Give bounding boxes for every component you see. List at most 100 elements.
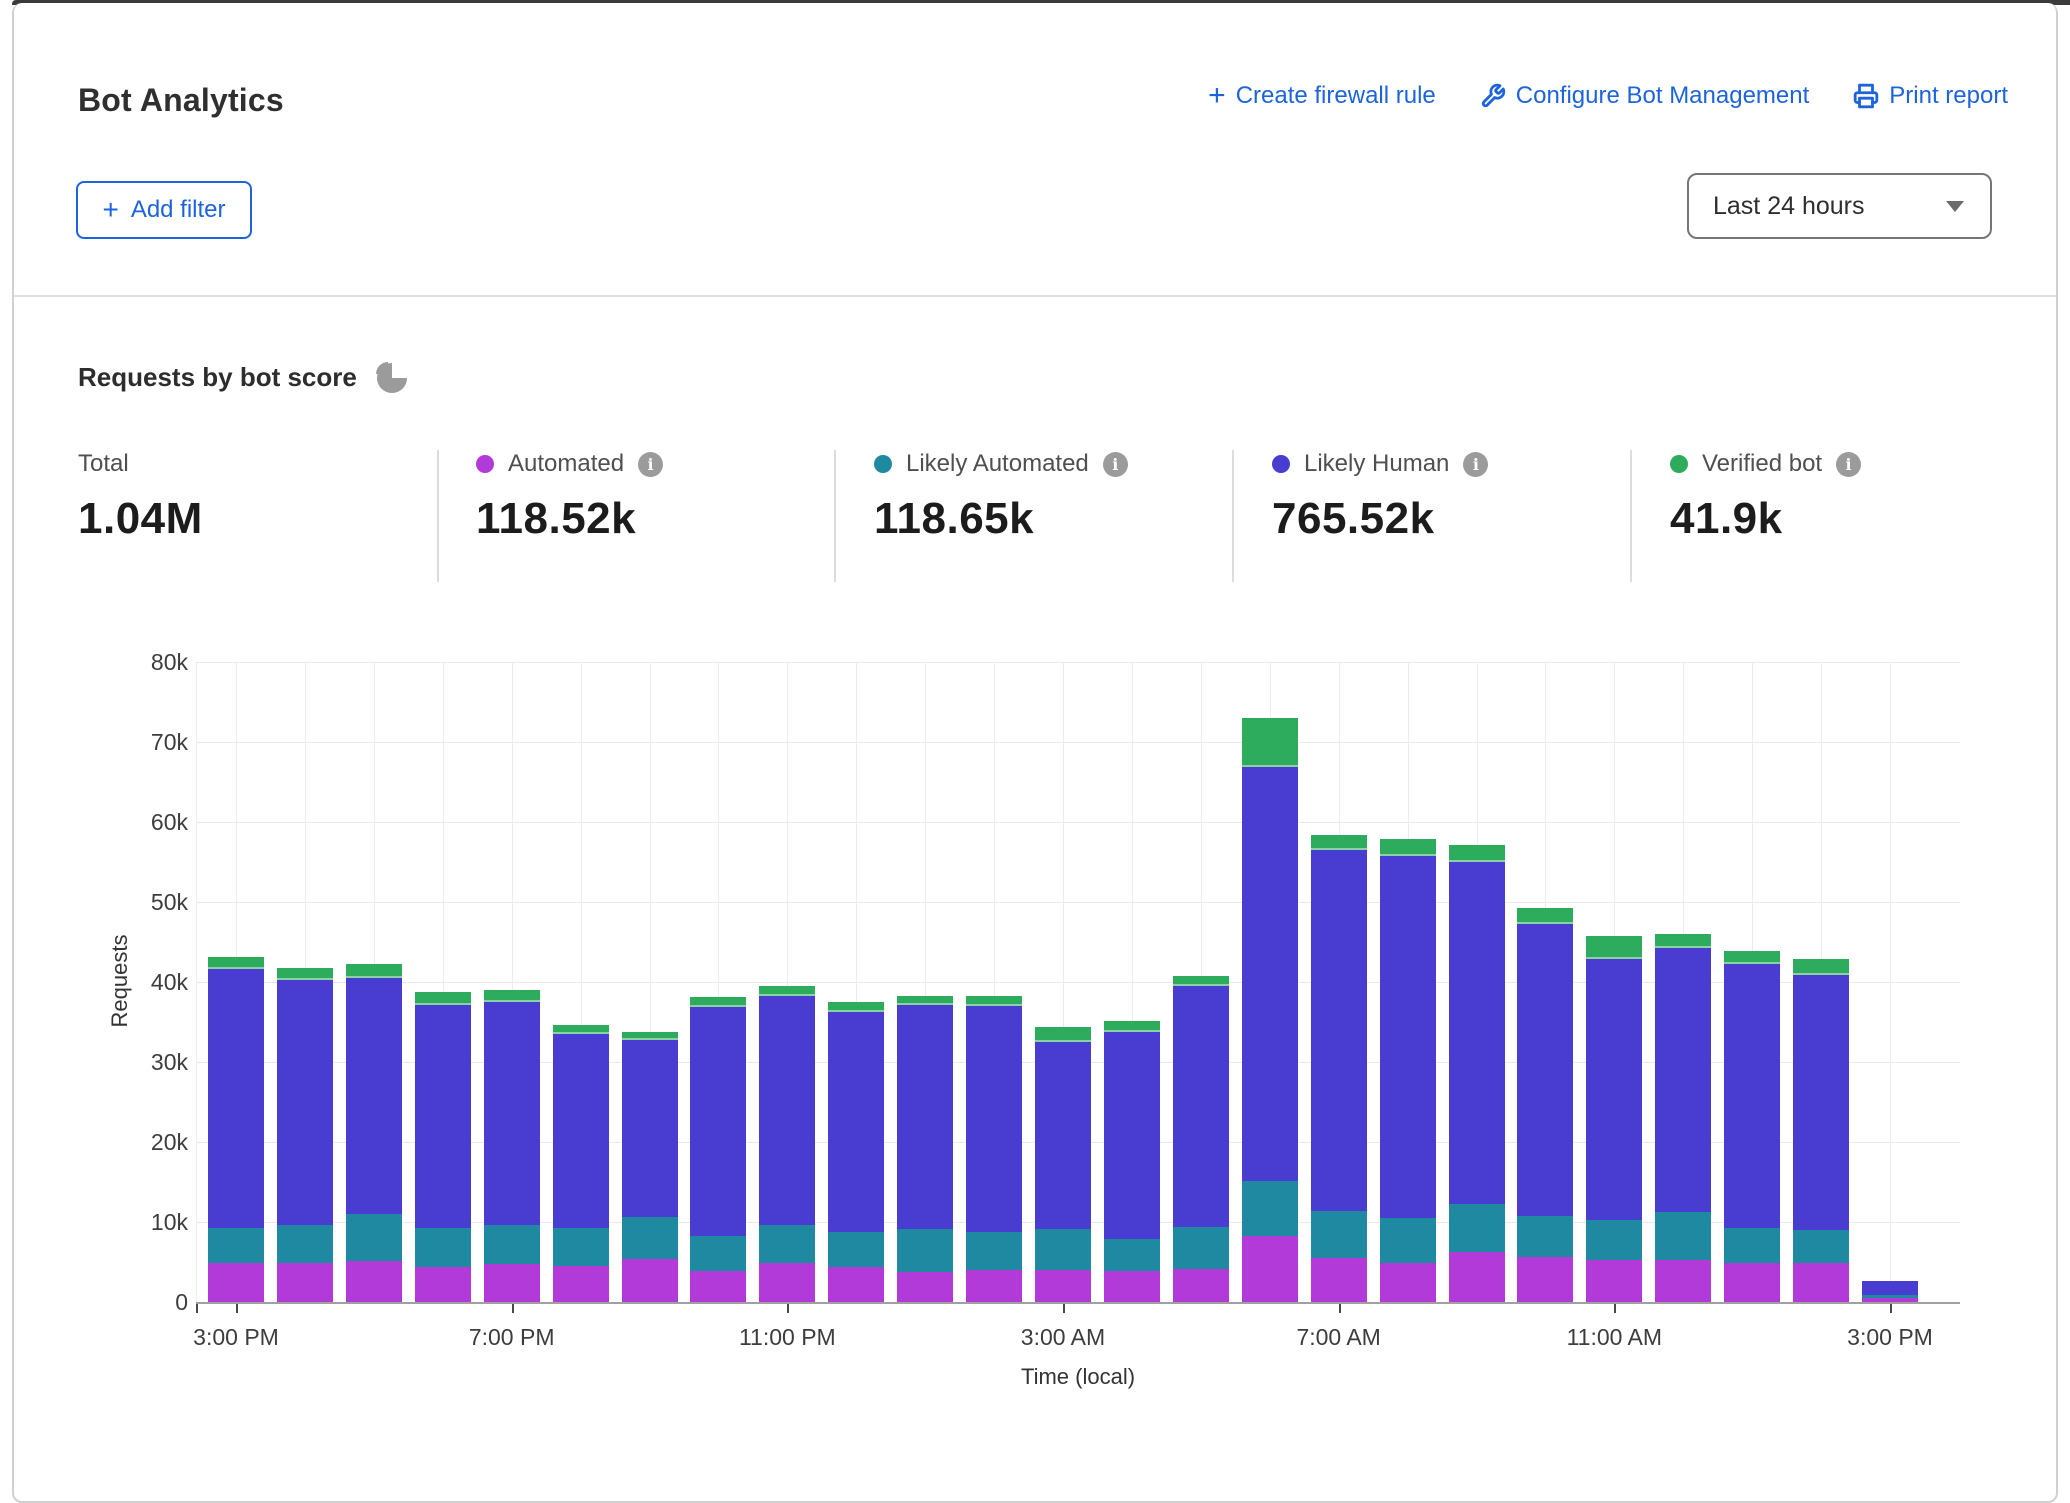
bar-segment-verified-bot[interactable] [553,1025,609,1034]
bar-segment-verified-bot[interactable] [1793,959,1849,975]
stacked-bar[interactable] [1242,718,1298,1302]
bar-segment-automated[interactable] [690,1271,746,1302]
bar-segment-verified-bot[interactable] [1035,1027,1091,1042]
stacked-bar[interactable] [553,1025,609,1302]
bar-segment-automated[interactable] [208,1263,264,1302]
stacked-bar[interactable] [1793,959,1849,1302]
bar-segment-likely-automated[interactable] [484,1225,540,1264]
bar-segment-likely-human[interactable] [1449,862,1505,1204]
bar-segment-likely-human[interactable] [1311,850,1367,1211]
stacked-bar[interactable] [1311,835,1367,1302]
bar-segment-likely-automated[interactable] [277,1225,333,1263]
bar-segment-likely-automated[interactable] [1586,1220,1642,1259]
bar-segment-verified-bot[interactable] [1242,718,1298,767]
bar-segment-likely-automated[interactable] [1104,1239,1160,1271]
bar-segment-automated[interactable] [622,1259,678,1302]
configure-bot-management-link[interactable]: Configure Bot Management [1480,82,1810,110]
bar-segment-automated[interactable] [1724,1263,1780,1302]
bar-segment-likely-automated[interactable] [759,1225,815,1263]
bar-segment-automated[interactable] [1517,1257,1573,1302]
bar-segment-verified-bot[interactable] [622,1032,678,1041]
bar-segment-likely-automated[interactable] [828,1232,884,1267]
bar-segment-verified-bot[interactable] [1449,845,1505,862]
info-icon[interactable]: i [1103,452,1128,477]
bar-segment-likely-automated[interactable] [1517,1216,1573,1257]
bar-segment-automated[interactable] [1242,1236,1298,1302]
bar-segment-likely-automated[interactable] [1242,1181,1298,1235]
bar-segment-likely-automated[interactable] [1724,1228,1780,1262]
bar-segment-likely-human[interactable] [897,1005,953,1229]
bar-segment-likely-human[interactable] [553,1034,609,1228]
stacked-bar[interactable] [1655,934,1711,1302]
bar-segment-likely-automated[interactable] [1035,1229,1091,1270]
bar-segment-likely-automated[interactable] [897,1229,953,1271]
bar-segment-automated[interactable] [1655,1260,1711,1302]
stacked-bar[interactable] [897,996,953,1302]
bar-segment-automated[interactable] [1793,1263,1849,1302]
stacked-bar[interactable] [1449,845,1505,1302]
bar-segment-verified-bot[interactable] [690,997,746,1007]
bar-segment-likely-automated[interactable] [1380,1218,1436,1263]
info-icon[interactable]: i [1836,452,1861,477]
add-filter-button[interactable]: + Add filter [76,181,252,239]
bar-segment-likely-human[interactable] [1793,975,1849,1230]
bar-segment-likely-human[interactable] [828,1012,884,1231]
stacked-bar[interactable] [1517,908,1573,1302]
bar-segment-likely-human[interactable] [690,1007,746,1237]
bar-segment-verified-bot[interactable] [1724,951,1780,964]
bar-segment-likely-human[interactable] [484,1002,540,1225]
bar-segment-verified-bot[interactable] [208,957,264,969]
bar-segment-likely-human[interactable] [1862,1281,1918,1295]
bar-segment-likely-human[interactable] [966,1006,1022,1232]
bar-segment-verified-bot[interactable] [1311,835,1367,850]
bar-segment-likely-automated[interactable] [622,1217,678,1259]
bar-segment-likely-automated[interactable] [1449,1204,1505,1252]
bar-segment-verified-bot[interactable] [415,992,471,1005]
bar-segment-automated[interactable] [1380,1263,1436,1302]
bar-segment-automated[interactable] [1311,1258,1367,1302]
bar-segment-verified-bot[interactable] [897,996,953,1006]
bar-segment-likely-automated[interactable] [553,1228,609,1266]
bar-segment-likely-human[interactable] [1035,1042,1091,1229]
stacked-bar[interactable] [1862,1281,1918,1302]
bar-segment-verified-bot[interactable] [759,986,815,996]
bar-segment-likely-human[interactable] [1655,948,1711,1213]
bar-segment-automated[interactable] [828,1267,884,1302]
bar-segment-verified-bot[interactable] [1517,908,1573,924]
bar-segment-likely-human[interactable] [346,978,402,1214]
bar-segment-automated[interactable] [1449,1252,1505,1302]
bar-segment-verified-bot[interactable] [346,964,402,978]
bar-segment-likely-human[interactable] [1380,856,1436,1218]
bar-segment-automated[interactable] [1173,1269,1229,1302]
bar-segment-likely-human[interactable] [415,1005,471,1227]
bar-segment-likely-automated[interactable] [690,1236,746,1270]
stacked-bar[interactable] [966,996,1022,1302]
bar-segment-verified-bot[interactable] [1586,936,1642,959]
time-range-dropdown[interactable]: Last 24 hours [1687,173,1992,239]
bar-segment-automated[interactable] [759,1263,815,1302]
bar-segment-verified-bot[interactable] [277,968,333,979]
bar-segment-automated[interactable] [1586,1260,1642,1302]
bar-segment-likely-automated[interactable] [346,1214,402,1261]
bar-segment-automated[interactable] [1035,1270,1091,1302]
bar-segment-verified-bot[interactable] [484,990,540,1002]
bar-segment-verified-bot[interactable] [828,1002,884,1012]
bar-segment-automated[interactable] [553,1266,609,1302]
create-firewall-rule-link[interactable]: + Create firewall rule [1208,82,1436,110]
stacked-bar[interactable] [208,957,264,1302]
bar-segment-automated[interactable] [897,1272,953,1302]
bar-segment-likely-automated[interactable] [415,1228,471,1267]
bar-segment-likely-automated[interactable] [208,1228,264,1263]
bar-segment-likely-automated[interactable] [1793,1230,1849,1263]
stacked-bar[interactable] [690,997,746,1302]
stacked-bar[interactable] [1724,951,1780,1302]
bar-segment-likely-human[interactable] [759,996,815,1225]
stacked-bar[interactable] [828,1002,884,1302]
bar-segment-automated[interactable] [484,1264,540,1302]
bar-segment-verified-bot[interactable] [1380,839,1436,857]
stacked-bar[interactable] [346,964,402,1302]
bar-segment-likely-human[interactable] [208,969,264,1227]
stacked-bar[interactable] [277,968,333,1302]
bar-segment-automated[interactable] [1862,1298,1918,1302]
info-icon[interactable]: i [638,452,663,477]
